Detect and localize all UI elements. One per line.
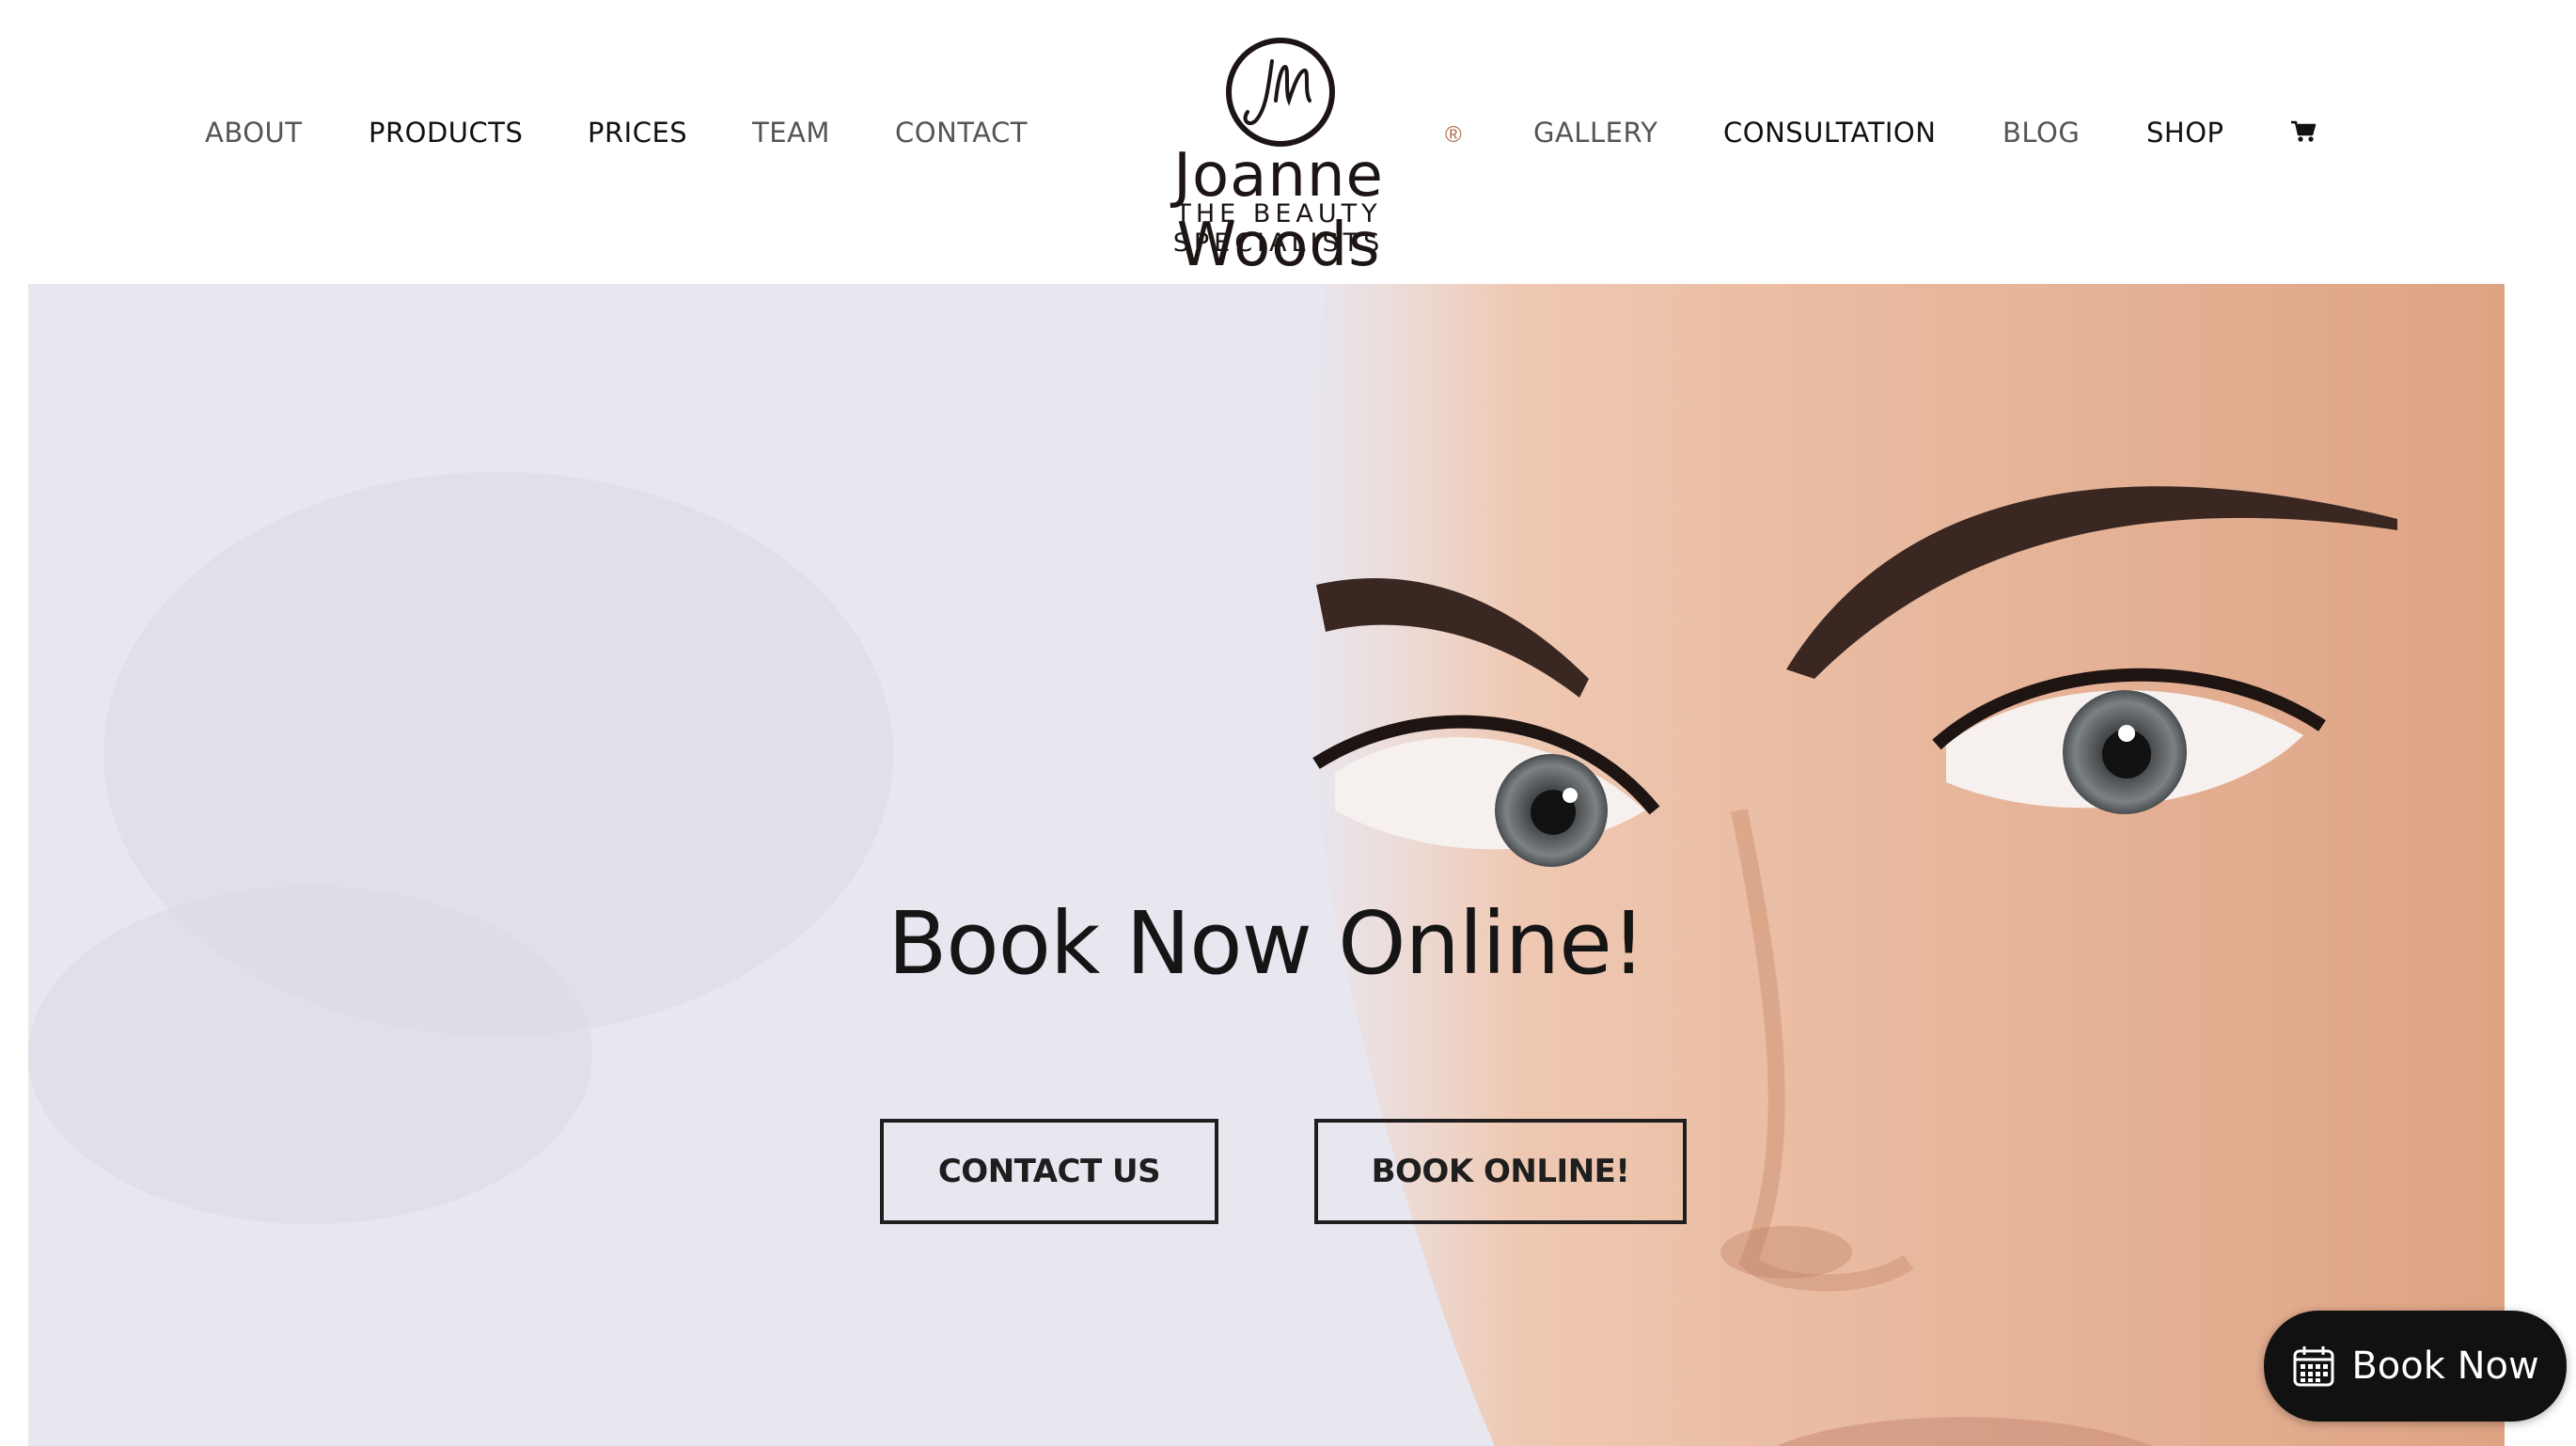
nav-contact[interactable]: CONTACT	[895, 112, 1028, 153]
site-header: ABOUT PRODUCTS PRICES TEAM CONTACT ® Joa…	[0, 0, 2576, 284]
calendar-icon	[2293, 1346, 2334, 1387]
book-now-label: Book Now	[2351, 1344, 2539, 1388]
hero-title: Book Now Online!	[887, 893, 1645, 994]
hero-face-image	[28, 284, 2505, 1446]
nav-gallery[interactable]: GALLERY	[1533, 112, 1657, 153]
nav-team[interactable]: TEAM	[752, 112, 830, 153]
book-now-floating-button[interactable]: Book Now	[2264, 1311, 2567, 1422]
book-online-button[interactable]: BOOK ONLINE!	[1314, 1119, 1687, 1224]
logo-tagline: THE BEAUTY SPECIALISTS	[1172, 199, 1385, 258]
nav-consultation[interactable]: CONSULTATION	[1723, 112, 1936, 153]
site-logo[interactable]: ® Joanne Woods THE BEAUTY SPECIALISTS	[1086, 30, 1471, 280]
nav-products[interactable]: PRODUCTS	[369, 112, 523, 153]
logo-monogram-icon	[1226, 38, 1335, 147]
nav-about[interactable]: ABOUT	[205, 112, 303, 153]
contact-us-button[interactable]: CONTACT US	[880, 1119, 1218, 1224]
nav-blog[interactable]: BLOG	[2003, 112, 2080, 153]
nav-shop[interactable]: SHOP	[2146, 112, 2224, 153]
hero-banner: Book Now Online! CONTACT US BOOK ONLINE!	[28, 284, 2505, 1446]
nav-prices[interactable]: PRICES	[588, 112, 687, 153]
shopping-cart-icon[interactable]	[2290, 118, 2317, 145]
